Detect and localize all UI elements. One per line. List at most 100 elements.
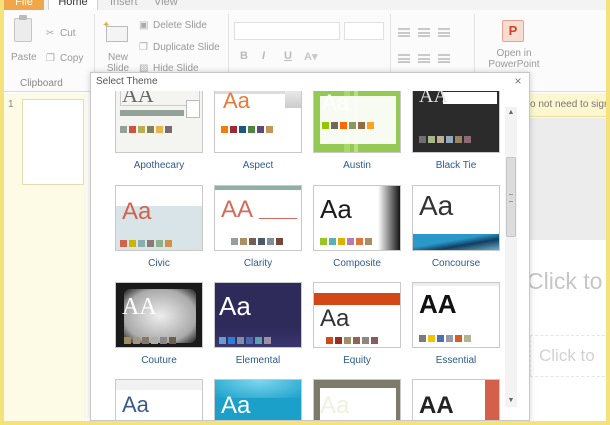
align-center-icon[interactable]: [418, 54, 430, 63]
italic-button[interactable]: I: [262, 50, 265, 62]
duplicate-slide-icon: ❐: [139, 42, 148, 53]
theme-thumbnail[interactable]: AA: [115, 91, 203, 153]
color-swatch: [419, 136, 426, 143]
theme-thumbnail[interactable]: AA: [412, 91, 500, 153]
indent-icon[interactable]: [438, 28, 450, 37]
color-swatch: [446, 136, 453, 143]
theme-color-swatches: [320, 238, 372, 245]
theme-thumbnail[interactable]: Aa: [214, 282, 302, 348]
theme-name: Concourse: [431, 258, 481, 269]
theme-sample-text: Aa: [122, 392, 149, 417]
powerpoint-icon: P: [502, 20, 524, 42]
theme-sample-text: Aa: [122, 198, 152, 225]
color-swatch: [129, 126, 136, 133]
theme-thumbnail[interactable]: Aa: [115, 379, 203, 420]
bold-button[interactable]: B: [240, 50, 248, 62]
theme-name: Apothecary: [133, 160, 185, 171]
tab-insert[interactable]: Insert: [102, 0, 146, 10]
duplicate-slide-button[interactable]: ❐ Duplicate Slide: [139, 40, 220, 56]
color-swatch: [267, 238, 274, 245]
theme-color-swatches: [326, 337, 378, 344]
theme-thumbnail[interactable]: Aa: [412, 185, 500, 251]
ribbon-tab-bar: File Home Insert View: [4, 0, 606, 10]
theme-name: Civic: [148, 258, 170, 269]
align-left-icon[interactable]: [398, 54, 410, 63]
theme-thumbnail[interactable]: Aa: [214, 379, 302, 420]
dialog-header: Select Theme ×: [91, 73, 529, 91]
cut-button[interactable]: ✂ Cut: [46, 26, 76, 42]
font-name-select[interactable]: [234, 22, 340, 40]
slide-number: 1: [8, 99, 14, 110]
open-in-powerpoint-label: Open in PowerPoint: [488, 48, 540, 70]
color-swatch: [165, 240, 172, 247]
theme-sample-text: Aa: [223, 91, 250, 113]
color-swatch: [257, 126, 264, 133]
theme-color-swatches: [120, 240, 172, 247]
color-swatch: [219, 337, 226, 344]
theme-name: Clarity: [243, 258, 273, 269]
theme-thumbnail[interactable]: AA: [115, 282, 203, 348]
color-swatch: [322, 122, 329, 129]
delete-slide-button[interactable]: ▣ Delete Slide: [139, 18, 207, 34]
scroll-up-arrow-icon[interactable]: ▲: [505, 107, 517, 119]
app-window: File Home Insert View Paste ✂ Cut ❐ Copy C…: [4, 0, 606, 421]
color-swatch: [362, 337, 369, 344]
color-swatch: [231, 238, 238, 245]
theme-name: Composite: [333, 258, 381, 269]
theme-name: Aspect: [242, 160, 274, 171]
theme-thumbnail[interactable]: Aa: [313, 282, 401, 348]
color-swatch: [240, 238, 247, 245]
color-swatch: [437, 335, 444, 342]
close-icon[interactable]: ×: [512, 74, 524, 88]
theme-thumbnail[interactable]: Aa: [313, 91, 401, 153]
color-swatch: [142, 337, 149, 344]
title-placeholder[interactable]: Click to: [527, 268, 602, 295]
theme-sample-text: AA: [122, 91, 154, 107]
color-swatch: [120, 126, 127, 133]
tab-view[interactable]: View: [146, 0, 186, 10]
theme-color-swatches: [231, 238, 283, 245]
font-color-icon[interactable]: A▾: [304, 50, 317, 63]
theme-sample-text: AA: [419, 392, 454, 419]
scissors-icon: ✂: [46, 28, 55, 39]
font-size-select[interactable]: [344, 22, 384, 40]
color-swatch: [248, 126, 255, 133]
paste-label: Paste: [11, 52, 37, 63]
align-right-icon[interactable]: [438, 54, 450, 63]
bullets-icon[interactable]: [398, 28, 410, 37]
copy-label: Copy: [60, 53, 84, 64]
theme-color-swatches: [120, 126, 172, 133]
color-swatch: [437, 136, 444, 143]
tab-home[interactable]: Home: [48, 0, 98, 10]
color-swatch: [338, 238, 345, 245]
color-swatch: [147, 240, 154, 247]
theme-thumbnail[interactable]: Aa: [313, 379, 401, 420]
theme-sample-text: Aa: [320, 194, 352, 224]
color-swatch: [221, 126, 228, 133]
color-swatch: [138, 126, 145, 133]
theme-sample-text: Aa: [320, 392, 350, 419]
color-swatch: [230, 126, 237, 133]
theme-color-swatches: [219, 337, 271, 344]
scroll-down-arrow-icon[interactable]: ▼: [505, 395, 517, 407]
theme-thumbnail[interactable]: AA: [412, 282, 500, 348]
theme-thumbnail[interactable]: Aa: [313, 185, 401, 251]
theme-thumbnail[interactable]: AA: [214, 185, 302, 251]
theme-thumbnail[interactable]: Aa: [115, 185, 203, 251]
color-swatch: [464, 136, 471, 143]
scrollbar-thumb[interactable]: [506, 157, 516, 237]
color-swatch: [276, 238, 283, 245]
clipboard-icon: [14, 18, 32, 42]
copy-button[interactable]: ❐ Copy: [46, 51, 83, 67]
theme-thumbnail[interactable]: AA: [412, 379, 500, 420]
subtitle-placeholder[interactable]: Click to: [539, 346, 595, 366]
new-slide-icon: [106, 26, 128, 42]
slide-thumbnail[interactable]: [22, 99, 84, 185]
color-swatch: [358, 122, 365, 129]
underline-button[interactable]: U: [284, 50, 292, 62]
tab-file[interactable]: File: [4, 0, 44, 10]
theme-thumbnail[interactable]: Aa: [214, 91, 302, 153]
scrollbar[interactable]: ▲ ▼: [505, 107, 517, 407]
numbering-icon[interactable]: [418, 28, 430, 37]
color-swatch: [156, 126, 163, 133]
